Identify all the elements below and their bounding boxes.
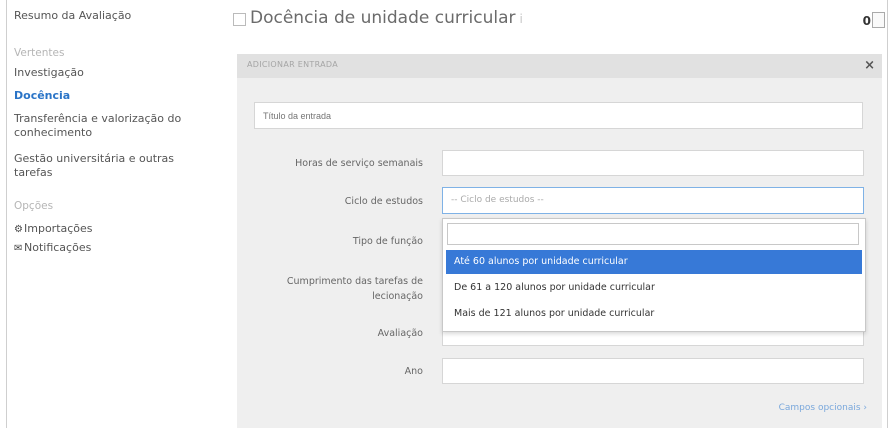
horas-label: Horas de serviço semanais xyxy=(295,158,423,169)
tipo-label: Tipo de função xyxy=(352,236,423,247)
sidebar-item-gestao[interactable]: Gestão universitária e outras tarefas xyxy=(14,152,199,180)
entry-count: 0 xyxy=(862,14,871,28)
sidebar-item-transferencia[interactable]: Transferência e valorização do conhecime… xyxy=(14,112,209,140)
inbox-icon: ✉ xyxy=(14,243,23,254)
page-title-text: Docência de unidade curricular xyxy=(250,8,516,28)
optional-fields-link[interactable]: Campos opcionais › xyxy=(779,403,867,413)
sidebar-item-investigacao[interactable]: Investigação xyxy=(14,66,84,80)
avaliacao-label: Avaliação xyxy=(377,328,423,339)
ciclo-label: Ciclo de estudos xyxy=(344,196,423,207)
cumprimento-label-line1: Cumprimento das tarefas de xyxy=(286,276,423,287)
ano-input[interactable] xyxy=(442,358,864,384)
entry-title-input[interactable] xyxy=(254,102,863,129)
ciclo-select[interactable]: -- Ciclo de estudos -- xyxy=(442,187,864,214)
sidebar-item-notificacoes-label: Notificações xyxy=(24,241,92,254)
sidebar-item-importacoes[interactable]: ⚙Importações xyxy=(14,222,93,237)
page-header: Docência de unidade curricular i 0 xyxy=(233,8,885,36)
horas-input[interactable] xyxy=(442,150,864,176)
document-icon[interactable] xyxy=(872,12,885,28)
dropdown-option[interactable]: Mais de 121 alunos por unidade curricula… xyxy=(446,302,862,326)
sidebar-item-notificacoes[interactable]: ✉ Notificações xyxy=(14,241,91,256)
ano-label: Ano xyxy=(404,366,423,377)
info-icon[interactable]: i xyxy=(520,12,523,26)
dropdown-option[interactable]: De 61 a 120 alunos por unidade curricula… xyxy=(446,276,862,300)
close-icon[interactable]: × xyxy=(864,58,875,73)
panel-header-label: Adicionar Entrada xyxy=(247,60,339,69)
panel-header: Adicionar Entrada × xyxy=(237,54,882,78)
select-all-checkbox[interactable] xyxy=(233,13,246,26)
sidebar-item-docencia[interactable]: Docência xyxy=(14,89,70,103)
ciclo-dropdown: Até 60 alunos por unidade curricular De … xyxy=(442,218,866,332)
dropdown-option[interactable]: Até 60 alunos por unidade curricular xyxy=(446,250,862,274)
cumprimento-label-line2: lecionação xyxy=(372,291,423,302)
dropdown-search-input[interactable] xyxy=(447,223,859,245)
page-title: Docência de unidade curricular i xyxy=(250,8,523,28)
sidebar-item-importacoes-label: Importações xyxy=(24,222,93,235)
sidebar-item-summary[interactable]: Resumo da Avaliação xyxy=(14,9,131,23)
sidebar-section-opcoes: Opções xyxy=(14,200,54,212)
gear-icon: ⚙ xyxy=(14,224,23,235)
sidebar-section-vertentes: Vertentes xyxy=(14,47,65,59)
ciclo-select-value: -- Ciclo de estudos -- xyxy=(451,195,544,205)
